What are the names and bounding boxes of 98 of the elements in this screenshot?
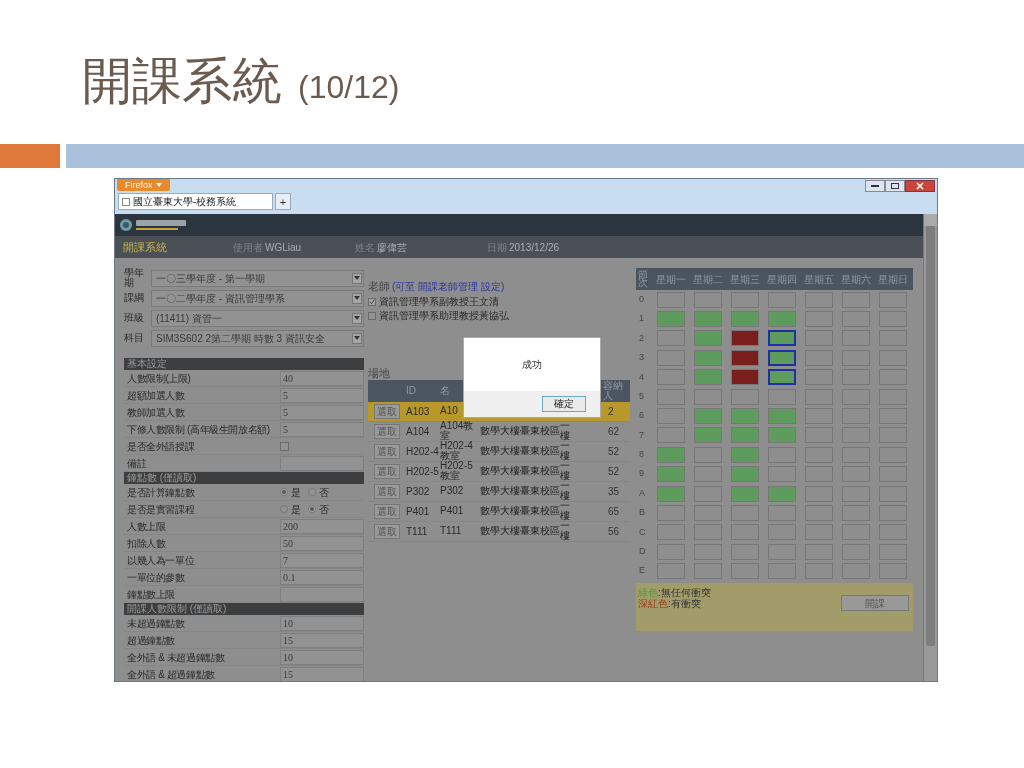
table-cell-text: A10 (440, 406, 459, 416)
field-label: 班級 (124, 313, 145, 323)
table-cell-text: 56 (607, 524, 621, 539)
table-cell-text: H202-4教室 (440, 441, 474, 461)
row-label: 3 (638, 351, 645, 365)
field-label: 扣除人數 (127, 536, 167, 551)
row-label: C (638, 525, 647, 539)
table-cell: 數學大樓 (480, 526, 520, 536)
row-label: 9 (638, 467, 645, 481)
table-cell: 數學大樓 (480, 446, 520, 456)
field-label: 學年期 (124, 268, 145, 288)
field-label: 是否計算鐘點數 (127, 485, 196, 500)
legend-text: :有衝突 (668, 597, 701, 609)
row-label: B (638, 506, 646, 520)
field-label: 教師加選人數 (127, 405, 186, 420)
teacher-label: 資訊管理學系助理教授黃協弘 (379, 309, 509, 323)
table-cell-text: T111 (406, 524, 429, 539)
app-title: 開課系統 (123, 239, 168, 255)
table-cell: 數學大樓 (480, 466, 520, 476)
column-header: 星期四 (765, 272, 798, 287)
row-label: 0 (638, 292, 645, 306)
field-label: 科目 (124, 333, 145, 343)
slide-title: 開課系統 (82, 51, 282, 112)
section-heading: 場地 (368, 365, 391, 380)
table-cell-text: 52 (607, 464, 621, 479)
legend-text: :無任何衝突 (658, 586, 711, 598)
row-label: E (638, 564, 646, 578)
row-label: 5 (638, 389, 645, 403)
section-header: 開課人數限制 (僅讀取) (124, 603, 364, 615)
table-cell-text: 62 (607, 424, 621, 439)
table-cell-text: P401 (440, 506, 465, 516)
table-cell: 臺東校區 (520, 506, 560, 516)
column-header: 星期六 (839, 272, 872, 287)
row-label: 1 (638, 312, 645, 326)
tab-title: 國立臺東大學-校務系統 (133, 195, 237, 209)
table-cell: 數學大樓 (480, 506, 520, 516)
field-label: 超過鐘點數 (127, 633, 176, 648)
field-label: 以幾人為一單位 (127, 553, 196, 568)
field-label: 全外語 & 未超過鐘點數 (127, 650, 226, 665)
table-cell: 臺東校區 (520, 486, 560, 496)
table-cell-text: 52 (607, 444, 621, 459)
column-header: 星期五 (802, 272, 835, 287)
table-cell-text: A104教室 (440, 421, 475, 441)
section-header: 鐘點數 (僅讀取) (124, 472, 364, 484)
row-label: 4 (638, 370, 645, 384)
row-label: 8 (638, 448, 645, 462)
table-cell-text: H202-4 (406, 444, 440, 459)
field-label: 下修人數限制 (高年級生開放名額) (127, 422, 271, 437)
column-header: 節次 (637, 271, 649, 287)
date-text: 2013/12/26 (509, 240, 560, 255)
table-cell-text: P302 (440, 486, 465, 496)
table-cell: 臺東校區 (520, 466, 560, 476)
field-label: 超額加選人數 (127, 388, 186, 403)
table-cell-text: A104 (406, 424, 431, 439)
option-label: 是 (291, 485, 301, 500)
option-label: 是 (291, 502, 301, 517)
table-cell: 臺東校區 (520, 446, 560, 456)
column-header: 容納人 (603, 380, 624, 401)
table-cell-text: P302 (406, 484, 431, 499)
teacher-label: 資訊管理學系副教授王文清 (379, 295, 499, 309)
row-label: 2 (638, 331, 645, 345)
field-label: 人數上限 (127, 519, 167, 534)
table-cell-text: T111 (440, 526, 463, 536)
table-cell-text: 35 (607, 484, 621, 499)
column-header: 名 (440, 384, 451, 398)
table-cell-text: 65 (607, 504, 621, 519)
table-cell: 臺東校區 (520, 426, 560, 436)
field-label: 鐘點數上限 (127, 587, 176, 602)
table-cell: 數學大樓 (480, 486, 520, 496)
option-label: 否 (319, 502, 329, 517)
slide-counter: (10/12) (298, 68, 400, 107)
field-label: 人數限制(上限) (127, 371, 192, 386)
field-label: 課綱 (124, 293, 145, 303)
table-cell-text: 2 (607, 404, 615, 419)
legend-key: 綠色 (638, 586, 658, 598)
field-label: 全外語 & 超過鐘點數 (127, 667, 216, 681)
table-cell-text: H202-5教室 (440, 461, 474, 481)
field-label: 是否全外語授課 (127, 439, 196, 454)
table-cell-text: H202-5 (406, 464, 440, 479)
option-label: 否 (319, 485, 329, 500)
field-label: 備註 (127, 456, 148, 471)
table-cell-text: P401 (406, 504, 431, 519)
column-header: ID (406, 384, 417, 398)
field-label: 未超過鐘點數 (127, 616, 186, 631)
legend-key: 深紅色 (638, 597, 668, 609)
row-label: D (638, 545, 647, 558)
section-heading: 老師 (368, 279, 390, 294)
table-cell-text: A103 (406, 404, 431, 419)
table-cell: 臺東校區 (520, 526, 560, 536)
table-cell: 數學大樓 (480, 426, 520, 436)
row-label: A (638, 486, 646, 500)
section-header: 基本設定 (124, 358, 364, 370)
person-name: 廖偉芸 (377, 240, 408, 255)
dialog-message: 成功 (522, 358, 542, 372)
row-label: 7 (638, 428, 645, 442)
field-label: 是否是實習課程 (127, 502, 196, 517)
user-name: WGLiau (265, 240, 303, 255)
row-label: 6 (638, 409, 645, 423)
